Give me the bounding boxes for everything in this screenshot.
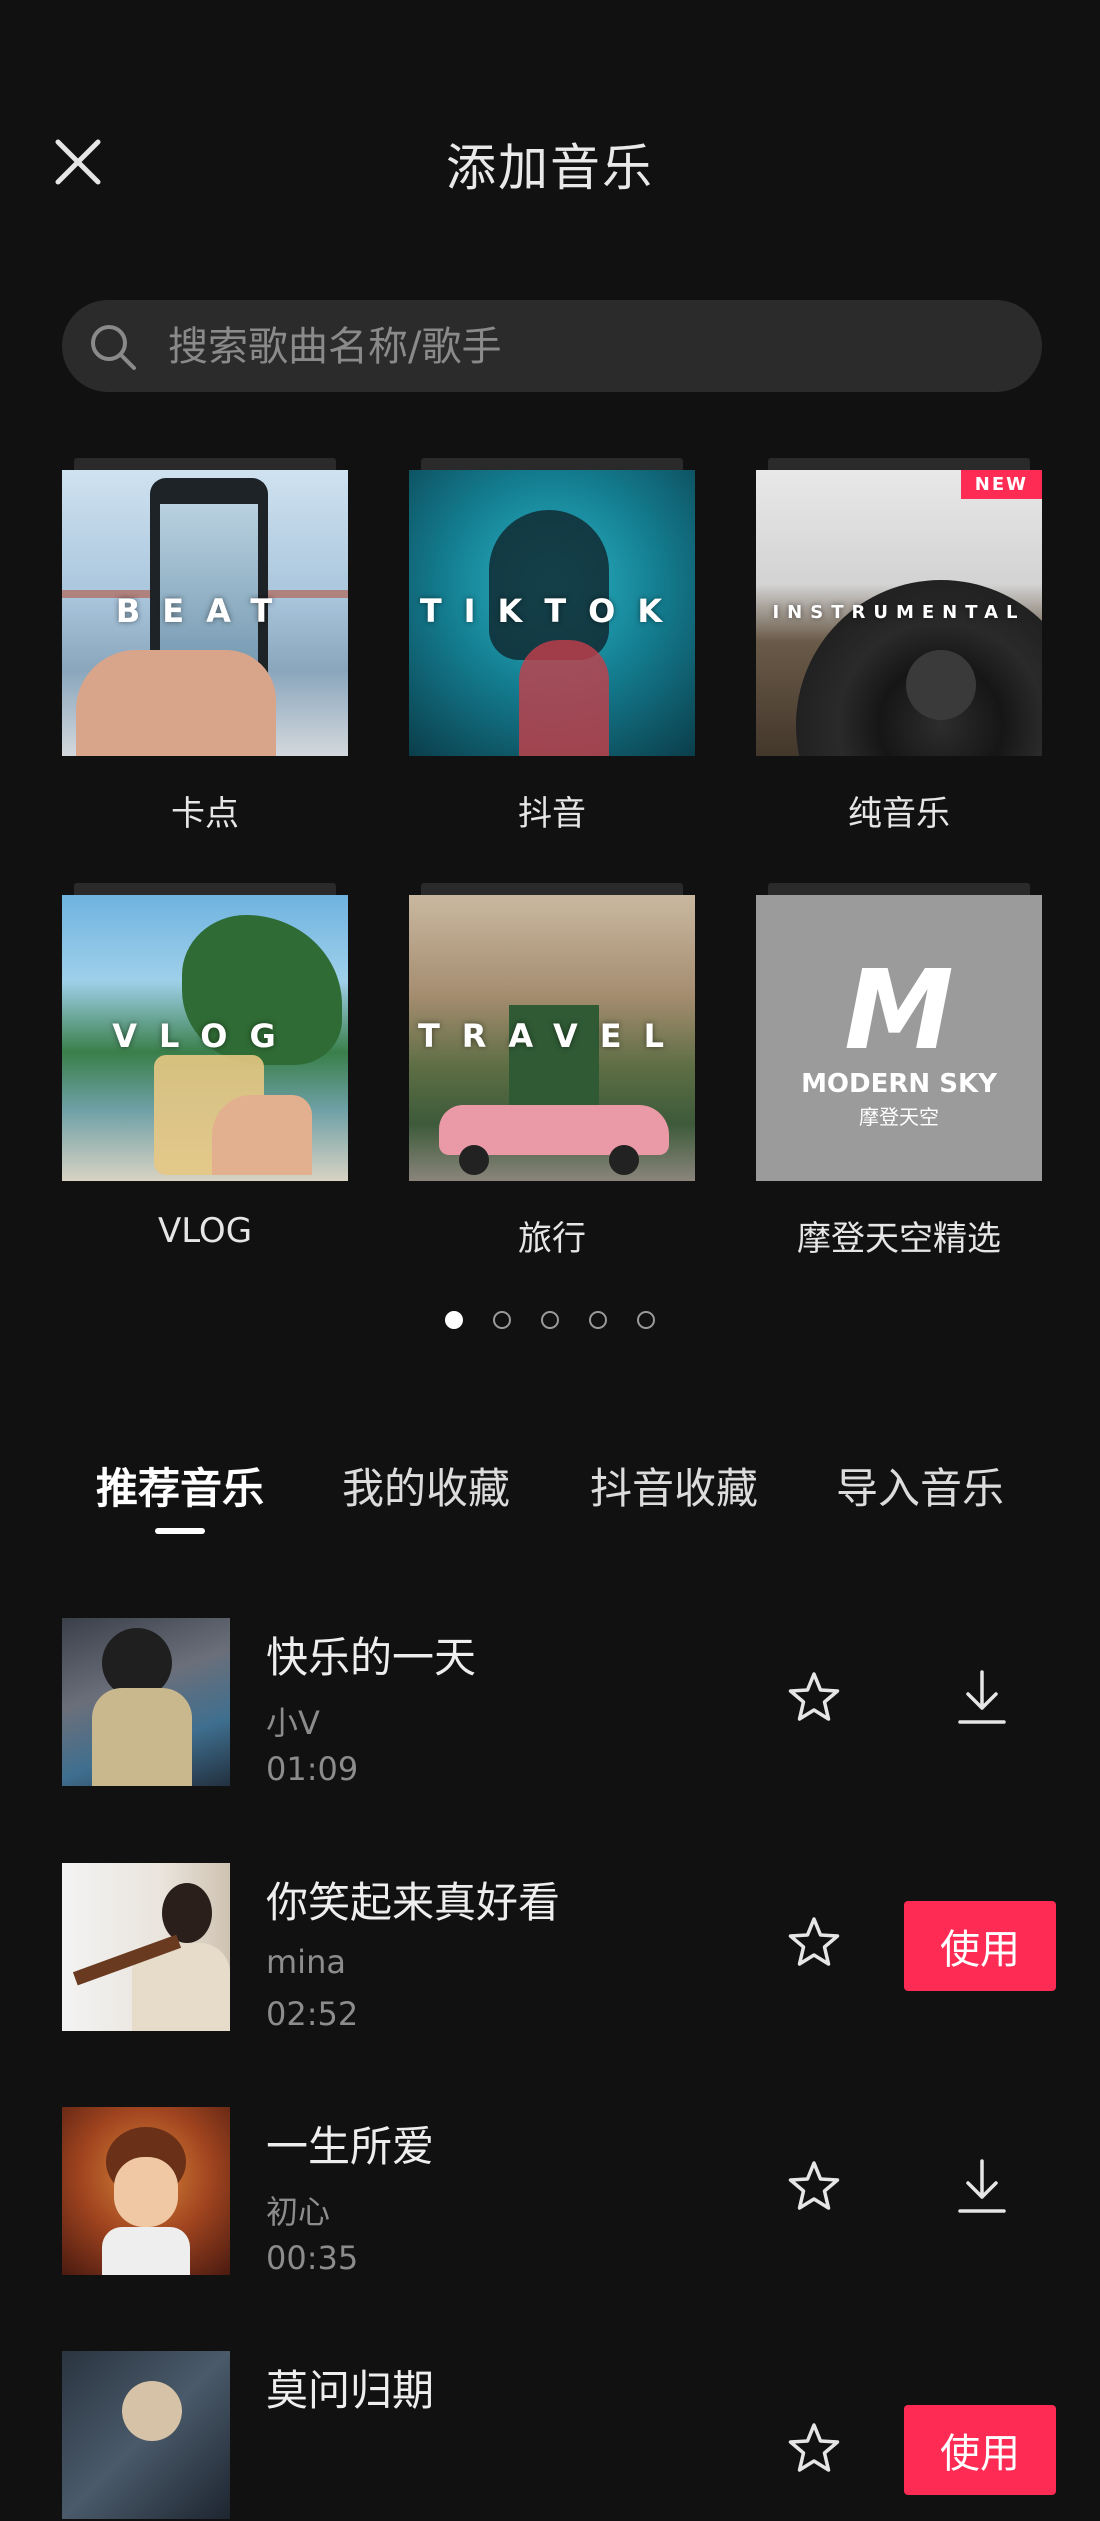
category-thumbnail: M MODERN SKY 摩登天空 [756, 895, 1042, 1181]
download-icon[interactable] [952, 1666, 1012, 1730]
use-button[interactable]: 使用 [904, 1901, 1056, 1991]
category-label: 卡点 [171, 794, 239, 834]
page-dot[interactable] [589, 1311, 607, 1329]
star-icon[interactable] [784, 1668, 844, 1728]
header: 添加音乐 [0, 0, 1100, 330]
tab-my-favorites[interactable]: 我的收藏 [342, 1455, 510, 1516]
tab-import-music[interactable]: 导入音乐 [836, 1455, 1004, 1516]
category-thumbnail: VLOG [62, 895, 348, 1181]
song-artist: mina [266, 1943, 346, 1981]
page-dot-active[interactable] [445, 1311, 463, 1329]
category-overlay-text: INSTRUMENTAL [772, 602, 1026, 623]
star-icon[interactable] [784, 1913, 844, 1973]
star-icon[interactable] [784, 2419, 844, 2479]
song-cover [62, 1618, 230, 1786]
song-row[interactable]: 莫问归期 使用 [0, 2351, 1100, 2521]
category-label: VLOG [157, 1211, 253, 1251]
tab-recommended[interactable]: 推荐音乐 [96, 1455, 264, 1516]
category-grid: BEAT 卡点 TIKTOK 抖音 INSTRUMENTAL NEW 纯音乐 V… [62, 455, 1042, 1280]
modern-sky-logo: M MODERN SKY 摩登天空 [801, 946, 997, 1129]
song-title: 莫问归期 [266, 2366, 435, 2415]
star-icon[interactable] [784, 2157, 844, 2217]
category-overlay-text: BEAT [115, 592, 295, 630]
category-tiktok[interactable]: TIKTOK 抖音 [409, 458, 695, 835]
page-dot[interactable] [493, 1311, 511, 1329]
download-icon[interactable] [952, 2155, 1012, 2219]
category-thumbnail: TRAVEL [409, 895, 695, 1181]
song-row[interactable]: 快乐的一天 小V 01:09 [0, 1618, 1100, 1788]
song-cover [62, 2107, 230, 2275]
song-title: 快乐的一天 [266, 1633, 477, 1682]
use-button[interactable]: 使用 [904, 2405, 1056, 2495]
category-thumbnail: BEAT [62, 470, 348, 756]
category-travel[interactable]: TRAVEL 旅行 [409, 883, 695, 1260]
category-thumbnail: INSTRUMENTAL NEW [756, 470, 1042, 756]
category-overlay-text: VLOG [112, 1017, 298, 1055]
category-modern-sky[interactable]: M MODERN SKY 摩登天空 摩登天空精选 [756, 883, 1042, 1260]
song-duration: 00:35 [266, 2239, 359, 2277]
page-title: 添加音乐 [446, 139, 654, 197]
category-overlay-text: TRAVEL [417, 1017, 687, 1055]
song-artist: 小V [266, 1704, 320, 1742]
category-vlog[interactable]: VLOG VLOG [62, 883, 348, 1251]
song-artist: 初心 [266, 2193, 331, 2231]
category-thumbnail: TIKTOK [409, 470, 695, 756]
category-overlay-text: TIKTOK [419, 592, 685, 630]
song-title: 你笑起来真好看 [266, 1878, 561, 1927]
search-input[interactable] [166, 300, 1010, 394]
category-label: 摩登天空精选 [797, 1219, 1001, 1259]
song-duration: 02:52 [266, 1995, 359, 2033]
song-title: 一生所爱 [266, 2122, 435, 2171]
song-cover [62, 1863, 230, 2031]
song-row[interactable]: 你笑起来真好看 mina 02:52 使用 [0, 1863, 1100, 2033]
search-bar[interactable] [62, 300, 1042, 394]
search-icon [91, 325, 136, 370]
page-dot[interactable] [541, 1311, 559, 1329]
page-dot[interactable] [637, 1311, 655, 1329]
category-beat[interactable]: BEAT 卡点 [62, 458, 348, 835]
song-row[interactable]: 一生所爱 初心 00:35 [0, 2107, 1100, 2277]
active-tab-indicator [155, 1528, 205, 1534]
new-badge: NEW [960, 470, 1042, 499]
song-duration: 01:09 [266, 1750, 359, 1788]
page-indicator [0, 1311, 1100, 1333]
tab-douyin-favorites[interactable]: 抖音收藏 [590, 1455, 758, 1516]
category-label: 纯音乐 [848, 794, 950, 834]
category-instrumental[interactable]: INSTRUMENTAL NEW 纯音乐 [756, 458, 1042, 835]
category-label: 抖音 [518, 794, 586, 834]
song-cover [62, 2351, 230, 2519]
music-tabs: 推荐音乐 我的收藏 抖音收藏 导入音乐 [0, 1455, 1100, 1535]
category-label: 旅行 [518, 1219, 586, 1259]
